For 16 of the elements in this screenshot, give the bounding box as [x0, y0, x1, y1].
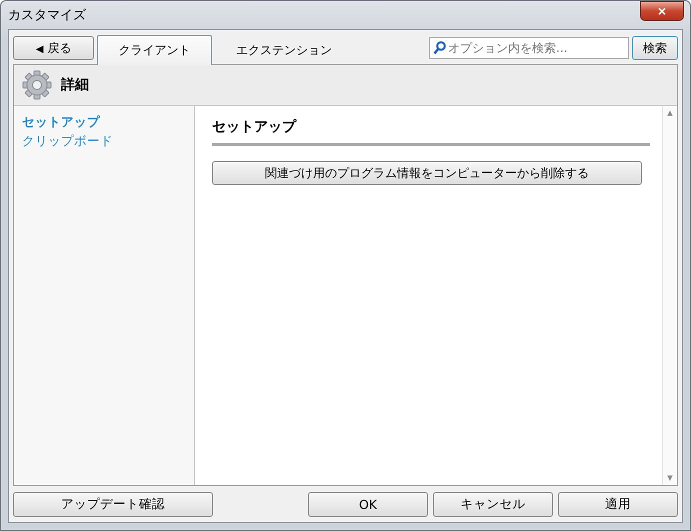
- section-heading: セットアップ: [212, 118, 296, 136]
- search-icon: [433, 41, 446, 55]
- tab[interactable]: エクステンション: [215, 36, 353, 64]
- search-field[interactable]: オプション内を検索...: [429, 37, 629, 59]
- search-button[interactable]: 検索: [632, 36, 678, 60]
- back-button[interactable]: ◀ 戻る: [13, 36, 94, 60]
- remove-info-button[interactable]: 関連づけ用のプログラム情報をコンピューターから削除する: [212, 161, 642, 185]
- dialog-button[interactable]: キャンセル: [433, 492, 553, 516]
- close-button[interactable]: ×: [640, 1, 684, 21]
- window-title: カスタマイズ: [8, 7, 87, 24]
- dialog-button[interactable]: OK: [308, 492, 428, 516]
- tab[interactable]: クライアント: [97, 35, 212, 65]
- update-check-button[interactable]: アップデート確認: [13, 492, 213, 516]
- dialog-button[interactable]: 適用: [558, 492, 678, 516]
- gear-icon: [22, 70, 52, 100]
- section-title: 詳細: [61, 76, 89, 94]
